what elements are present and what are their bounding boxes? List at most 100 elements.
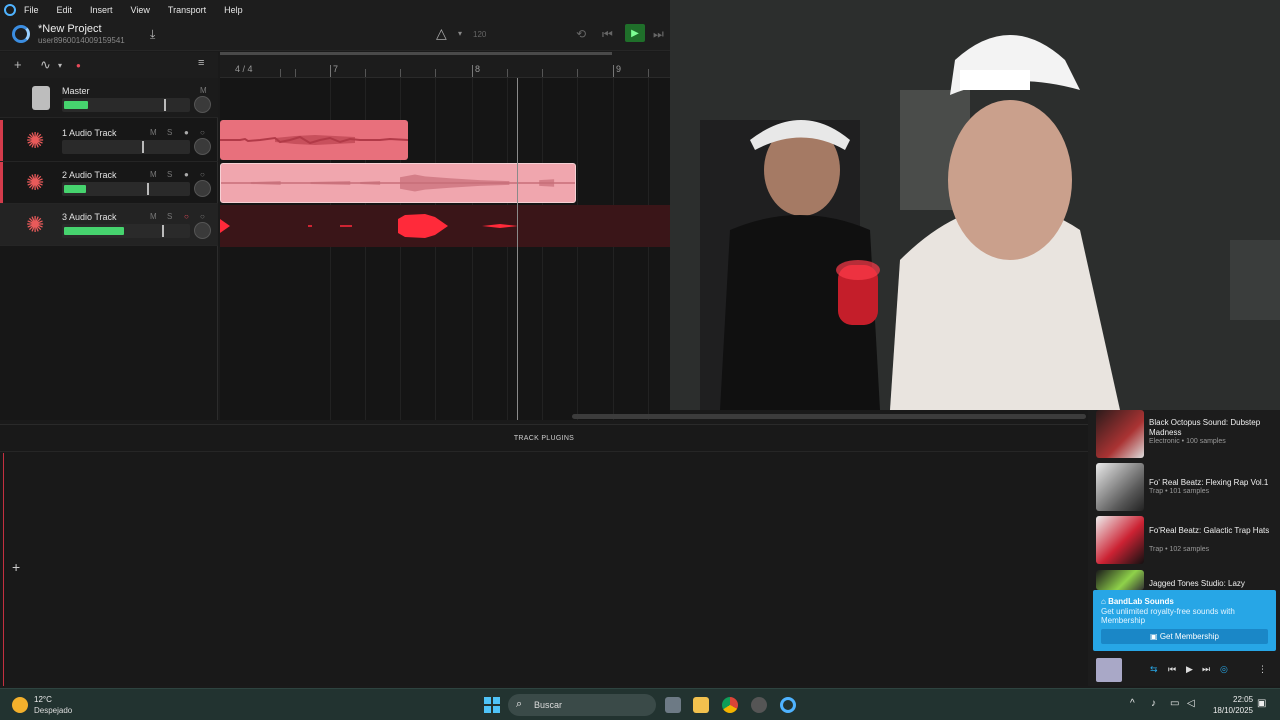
menu-view[interactable]: View bbox=[131, 5, 150, 15]
mute-button[interactable]: M bbox=[200, 86, 207, 95]
add-plugin-icon[interactable]: + bbox=[12, 559, 20, 575]
waveform-icon: ✺ bbox=[26, 128, 45, 153]
menu-edit[interactable]: Edit bbox=[57, 5, 73, 15]
play-button[interactable]: ▶ bbox=[625, 24, 645, 42]
pan-knob[interactable] bbox=[194, 180, 211, 197]
audio-clip[interactable] bbox=[220, 163, 576, 203]
playhead[interactable] bbox=[517, 78, 518, 420]
horizontal-scrollbar[interactable] bbox=[572, 414, 1086, 419]
bandlab-icon[interactable] bbox=[780, 697, 796, 713]
track-tools: + ∿ ▾ ● ≡ bbox=[0, 52, 218, 78]
audio-clip[interactable] bbox=[220, 120, 408, 160]
pan-knob[interactable] bbox=[194, 138, 211, 155]
project-title[interactable]: *New Project bbox=[38, 23, 102, 35]
taskbar-search[interactable]: ⌕ Buscar bbox=[508, 694, 656, 716]
volume-fader[interactable] bbox=[62, 98, 190, 112]
get-membership-button[interactable]: ▣ Get Membership bbox=[1101, 629, 1268, 644]
skip-forward-icon[interactable]: ⏭ bbox=[653, 27, 664, 42]
mute-button[interactable]: M bbox=[150, 212, 157, 221]
track-master[interactable]: Master M bbox=[0, 78, 218, 118]
loop-region[interactable] bbox=[220, 52, 612, 55]
chrome-icon[interactable] bbox=[722, 697, 738, 713]
bpm-value[interactable]: 120 bbox=[473, 30, 486, 39]
sound-pack-item[interactable]: Black Octopus Sound: Dubstep Madness Ele… bbox=[1096, 410, 1280, 462]
toolbar: *New Project user89600140091595​41 ⤓ △ ▾… bbox=[0, 19, 670, 51]
clock-date[interactable]: 18/10/2025 bbox=[1209, 706, 1253, 715]
skip-back-icon[interactable]: ⏮ bbox=[602, 27, 613, 42]
pack-cover bbox=[1096, 463, 1144, 511]
bar-label: 9 bbox=[616, 64, 622, 74]
download-icon[interactable]: ⤓ bbox=[150, 27, 162, 41]
mute-button[interactable]: M bbox=[150, 128, 157, 137]
add-track-icon[interactable]: + bbox=[14, 57, 22, 72]
waveform-icon: ✺ bbox=[26, 170, 45, 195]
shuffle-icon[interactable]: ◎ bbox=[1220, 664, 1228, 675]
record-arm-icon[interactable]: ○ bbox=[184, 212, 189, 221]
play-icon[interactable]: ▶ bbox=[1186, 664, 1193, 675]
clock-time[interactable]: 22:05 bbox=[1233, 695, 1253, 704]
search-placeholder: Buscar bbox=[534, 700, 563, 710]
pack-title: Fo' Real Beatz: Flexing Rap Vol.1 bbox=[1149, 478, 1269, 487]
track3-waveform[interactable] bbox=[220, 205, 670, 247]
track-headers: Master M ✺ 1 Audio Track M S ● ○ ✺ 2 Aud… bbox=[0, 78, 218, 420]
volume-icon[interactable]: ◁ bbox=[1187, 698, 1195, 709]
menu-transport[interactable]: Transport bbox=[168, 5, 206, 15]
volume-fader[interactable] bbox=[62, 140, 190, 154]
next-icon[interactable]: ⏭ bbox=[1202, 664, 1210, 675]
filter-icon[interactable]: ≡ bbox=[198, 57, 204, 69]
menu-bar: File Edit Insert View Transport Help bbox=[0, 0, 670, 19]
metronome-icon[interactable]: △ bbox=[436, 25, 447, 42]
track-row[interactable]: ✺ 3 Audio Track M S ○ ○ bbox=[0, 204, 218, 246]
volume-fader[interactable] bbox=[62, 224, 190, 238]
loop-icon[interactable]: ⟲ bbox=[576, 27, 586, 41]
track-plugins-panel: TRACK PLUGINS + bbox=[0, 424, 1088, 686]
record-icon[interactable]: ● bbox=[76, 61, 81, 70]
arrangement-view[interactable] bbox=[220, 78, 670, 420]
pan-knob[interactable] bbox=[194, 96, 211, 113]
menu-help[interactable]: Help bbox=[224, 5, 243, 15]
bar-label: 8 bbox=[475, 64, 481, 74]
notification-icon[interactable]: ▣ bbox=[1257, 698, 1266, 709]
menu-file[interactable]: File bbox=[24, 5, 39, 15]
volume-fader[interactable] bbox=[62, 182, 190, 196]
menu-insert[interactable]: Insert bbox=[90, 5, 113, 15]
solo-button[interactable]: S bbox=[167, 128, 172, 137]
monitor-icon[interactable]: ○ bbox=[200, 170, 205, 179]
sound-pack-item[interactable]: Jagged Tones Studio: Lazy bbox=[1096, 570, 1280, 590]
timeline-ruler[interactable]: 4 / 4 7 8 9 bbox=[220, 52, 670, 78]
record-arm-icon[interactable]: ● bbox=[184, 128, 189, 137]
track-row[interactable]: ✺ 2 Audio Track M S ● ○ bbox=[0, 162, 218, 204]
sound-pack-item[interactable]: Fo'Real Beatz: Galactic Trap Hats Trap •… bbox=[1096, 516, 1280, 568]
windows-taskbar: 12°C Despejado ⌕ Buscar ^ ♪ ▭ ◁ 22:05 18… bbox=[0, 688, 1280, 720]
sound-pack-item[interactable]: Fo' Real Beatz: Flexing Rap Vol.1 Trap •… bbox=[1096, 463, 1280, 515]
microphone-icon[interactable]: ♪ bbox=[1151, 698, 1156, 709]
temperature[interactable]: 12°C bbox=[34, 695, 52, 704]
record-arm-icon[interactable]: ● bbox=[184, 170, 189, 179]
solo-button[interactable]: S bbox=[167, 212, 172, 221]
more-icon[interactable]: ⋮ bbox=[1258, 664, 1267, 675]
track-name: 3 Audio Track bbox=[62, 212, 117, 222]
waveform-icon: ✺ bbox=[26, 212, 45, 237]
track-row[interactable]: ✺ 1 Audio Track M S ● ○ bbox=[0, 120, 218, 162]
chevron-up-icon[interactable]: ^ bbox=[1130, 698, 1135, 709]
pan-knob[interactable] bbox=[194, 222, 211, 239]
solo-button[interactable]: S bbox=[167, 170, 172, 179]
chevron-down-icon[interactable]: ▾ bbox=[58, 61, 62, 70]
app-icon[interactable] bbox=[751, 697, 767, 713]
webcam-overlay bbox=[670, 0, 1280, 410]
mute-button[interactable]: M bbox=[150, 170, 157, 179]
logo-icon[interactable] bbox=[12, 25, 30, 43]
file-explorer-icon[interactable] bbox=[693, 697, 709, 713]
network-icon[interactable]: ▭ bbox=[1170, 698, 1179, 709]
task-view-icon[interactable] bbox=[665, 697, 681, 713]
monitor-icon[interactable]: ○ bbox=[200, 128, 205, 137]
weather-status[interactable]: Despejado bbox=[34, 706, 72, 715]
automation-icon[interactable]: ∿ bbox=[40, 57, 51, 73]
chevron-down-icon[interactable]: ▾ bbox=[458, 29, 462, 38]
start-icon[interactable] bbox=[484, 697, 500, 713]
monitor-icon[interactable]: ○ bbox=[200, 212, 205, 221]
previous-icon[interactable]: ⏮ bbox=[1168, 664, 1176, 675]
weather-icon[interactable] bbox=[12, 697, 28, 713]
loop-icon[interactable]: ⇆ bbox=[1150, 664, 1158, 675]
bandlab-icon bbox=[4, 3, 16, 16]
